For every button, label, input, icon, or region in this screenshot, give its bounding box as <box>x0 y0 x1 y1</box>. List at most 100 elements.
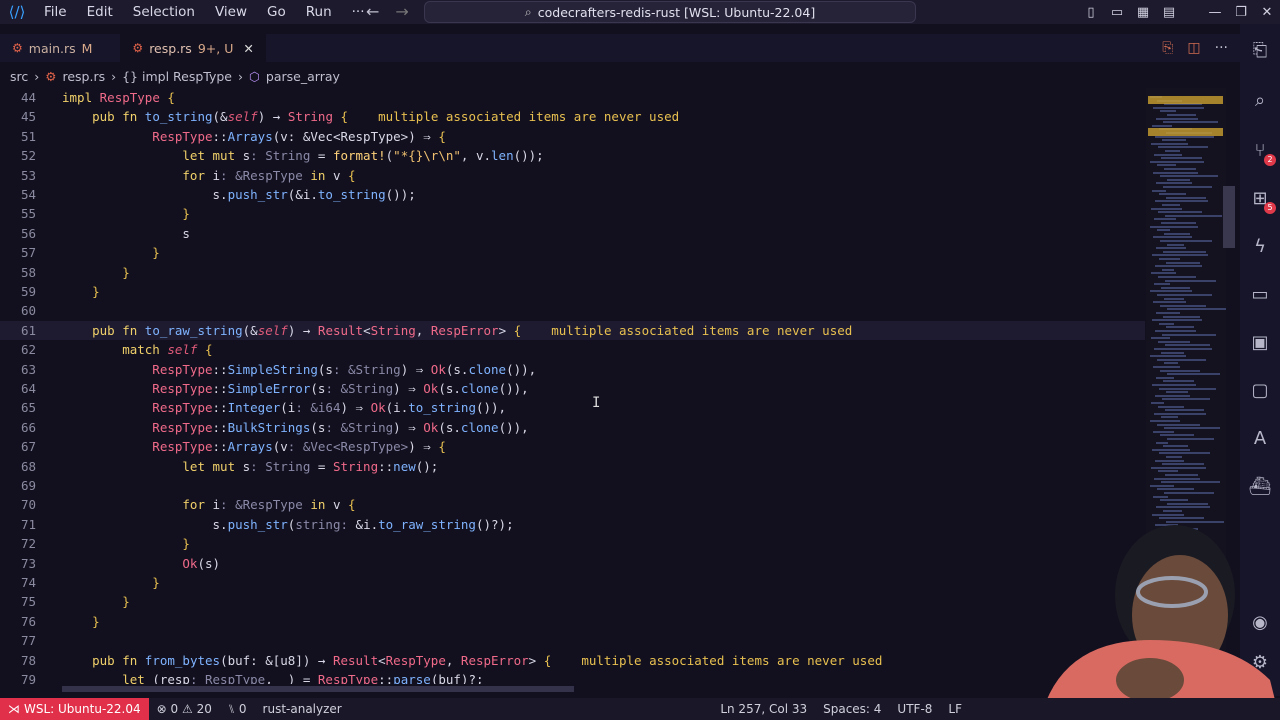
breadcrumb-folder[interactable]: src <box>10 69 28 84</box>
minimap-line <box>1152 384 1196 386</box>
more-actions-icon[interactable]: ··· <box>1215 40 1228 56</box>
tab-bar: ⚙ main.rs M ⚙ resp.rs 9+, U ✕ <box>0 34 1240 62</box>
webcam-overlay <box>1000 520 1280 720</box>
code-line[interactable]: 64 RespType::SimpleError(s: &String) ⇒ O… <box>0 379 1145 398</box>
minimap-line <box>1156 312 1180 314</box>
breadcrumb-file[interactable]: resp.rs <box>62 69 105 84</box>
tab-resp-rs[interactable]: ⚙ resp.rs 9+, U ✕ <box>120 34 266 62</box>
tab-main-rs[interactable]: ⚙ main.rs M <box>0 34 104 62</box>
code-line[interactable]: 70 for i: &RespType in v { <box>0 495 1145 514</box>
encoding[interactable]: UTF-8 <box>889 702 940 716</box>
menu-file[interactable]: File <box>34 0 77 24</box>
code-line[interactable]: 73 Ok(s) <box>0 554 1145 573</box>
code-line[interactable]: 56 s <box>0 224 1145 243</box>
customize-layout-icon[interactable]: ▤ <box>1156 5 1182 20</box>
code-editor[interactable]: 44 impl RespType {45 pub fn to_string(&se… <box>0 88 1145 684</box>
folder-icon[interactable]: ▭ <box>1240 284 1280 305</box>
ports-indicator[interactable]: ⑊ 0 <box>220 702 255 716</box>
code-line[interactable]: 59 } <box>0 282 1145 301</box>
split-editor-icon[interactable]: ◫ <box>1187 40 1200 56</box>
minimap-line <box>1164 427 1220 430</box>
close-tab-icon[interactable]: ✕ <box>243 41 253 56</box>
code-line[interactable]: 57 } <box>0 243 1145 262</box>
lightning-icon[interactable]: ϟ <box>1240 236 1280 257</box>
code-token: { <box>340 109 349 125</box>
minimap-line <box>1151 466 1206 469</box>
code-line[interactable]: 44 impl RespType { <box>0 88 1145 107</box>
horizontal-scrollbar[interactable] <box>62 686 574 692</box>
code-line[interactable]: 62 match self { <box>0 340 1145 359</box>
problems-indicator[interactable]: ⊗ 0 ⚠ 20 <box>149 702 220 716</box>
code-line[interactable]: 68 let mut s: String = String::new(); <box>0 457 1145 476</box>
command-center[interactable]: ⌕ codecrafters-redis-rust [WSL: Ubuntu-2… <box>424 1 916 23</box>
indentation[interactable]: Spaces: 4 <box>815 702 889 716</box>
back-arrow-icon[interactable]: ← <box>366 2 379 21</box>
code-line[interactable]: 76 } <box>0 612 1145 631</box>
menu-go[interactable]: Go <box>257 0 296 24</box>
minimap-line <box>1160 369 1200 372</box>
minimap-line <box>1160 175 1218 178</box>
remote-explorer-icon[interactable]: ▣ <box>1240 332 1280 353</box>
maximize-icon[interactable]: ❐ <box>1228 5 1254 20</box>
compare-icon[interactable]: ⎘ <box>1162 40 1173 56</box>
line-number: 59 <box>20 284 36 299</box>
code-token: pub fn <box>62 652 145 668</box>
docker-icon[interactable]: ⛴ <box>1240 476 1280 497</box>
remote-indicator[interactable]: ⋊ WSL: Ubuntu-22.04 <box>0 698 149 720</box>
code-text: } <box>62 204 190 223</box>
code-line[interactable]: 65 RespType::Integer(i: &i64) ⇒ Ok(i.to_… <box>0 398 1145 417</box>
code-line[interactable]: 53 for i: &RespType in v { <box>0 166 1145 185</box>
vertical-scrollbar[interactable] <box>1223 186 1235 248</box>
minimap-line <box>1155 330 1196 332</box>
toggle-sidebar-icon[interactable]: ▯ <box>1078 5 1104 20</box>
minimap-line <box>1150 290 1192 293</box>
code-line[interactable]: 51 RespType::Arrays(v: &Vec<RespType>) ⇒… <box>0 127 1145 146</box>
code-line[interactable]: 54 s.push_str(&i.to_string()); <box>0 185 1145 204</box>
code-line[interactable]: 72 } <box>0 534 1145 553</box>
line-ending[interactable]: LF <box>940 702 970 716</box>
menu-view[interactable]: View <box>205 0 257 24</box>
code-token: Integer <box>227 400 281 416</box>
code-token: :: <box>378 458 394 474</box>
menu-run[interactable]: Run <box>296 0 342 24</box>
minimap-line <box>1164 492 1214 494</box>
cursor-position[interactable]: Ln 257, Col 33 <box>712 702 815 716</box>
rust-analyzer-status[interactable]: rust-analyzer <box>255 702 350 716</box>
minimap-line <box>1152 319 1202 322</box>
code-token: { <box>348 167 356 183</box>
code-line[interactable]: 61 pub fn to_raw_string(&self) → Result<… <box>0 320 1145 340</box>
breadcrumb-method[interactable]: parse_array <box>266 69 340 84</box>
code-line[interactable]: 75 } <box>0 592 1145 611</box>
search-icon[interactable]: ⌕ <box>1240 90 1280 111</box>
breadcrumb-impl[interactable]: {} impl RespType <box>122 69 232 84</box>
code-line[interactable]: 52 let mut s: String = format!("*{}\r\n"… <box>0 146 1145 165</box>
explorer-icon[interactable]: ⎗ <box>1240 40 1280 61</box>
code-line[interactable]: 60 <box>0 301 1145 320</box>
menu-selection[interactable]: Selection <box>123 0 205 24</box>
code-line[interactable]: 71 s.push_str(string: &i.to_raw_string()… <box>0 515 1145 534</box>
code-line[interactable]: 74 } <box>0 573 1145 592</box>
code-line[interactable]: 66 RespType::BulkStrings(s: &String) ⇒ O… <box>0 418 1145 437</box>
minimize-icon[interactable]: — <box>1202 5 1228 20</box>
chat-icon[interactable]: ▢ <box>1240 380 1280 401</box>
code-line[interactable]: 69 <box>0 476 1145 495</box>
code-line[interactable]: 58 } <box>0 263 1145 282</box>
font-icon[interactable]: A <box>1240 428 1280 449</box>
toggle-panel-icon[interactable]: ▭ <box>1104 5 1130 20</box>
code-line[interactable]: 67 RespType::Arrays(v: &Vec<RespType>) ⇒… <box>0 437 1145 456</box>
code-line[interactable]: 78 pub fn from_bytes(buf: &[u8]) → Resul… <box>0 651 1145 670</box>
code-token: String <box>370 322 416 338</box>
forward-arrow-icon[interactable]: → <box>395 2 408 21</box>
minimap-line <box>1152 124 1172 127</box>
layout-icon[interactable]: ▦ <box>1130 5 1156 20</box>
menu-edit[interactable]: Edit <box>77 0 123 24</box>
minimap-line <box>1159 517 1204 520</box>
code-line[interactable]: 77 <box>0 631 1145 650</box>
code-line[interactable]: 63 RespType::SimpleString(s: &String) ⇒ … <box>0 360 1145 379</box>
line-number: 58 <box>20 264 36 280</box>
code-token: (); <box>415 458 439 474</box>
close-window-icon[interactable]: ✕ <box>1254 5 1280 20</box>
code-line[interactable]: 45 pub fn to_string(&self) → String { mu… <box>0 107 1145 126</box>
code-line[interactable]: 79 let (resp: RespType, _) = RespType::p… <box>0 670 1145 684</box>
code-line[interactable]: 55 } <box>0 204 1145 223</box>
